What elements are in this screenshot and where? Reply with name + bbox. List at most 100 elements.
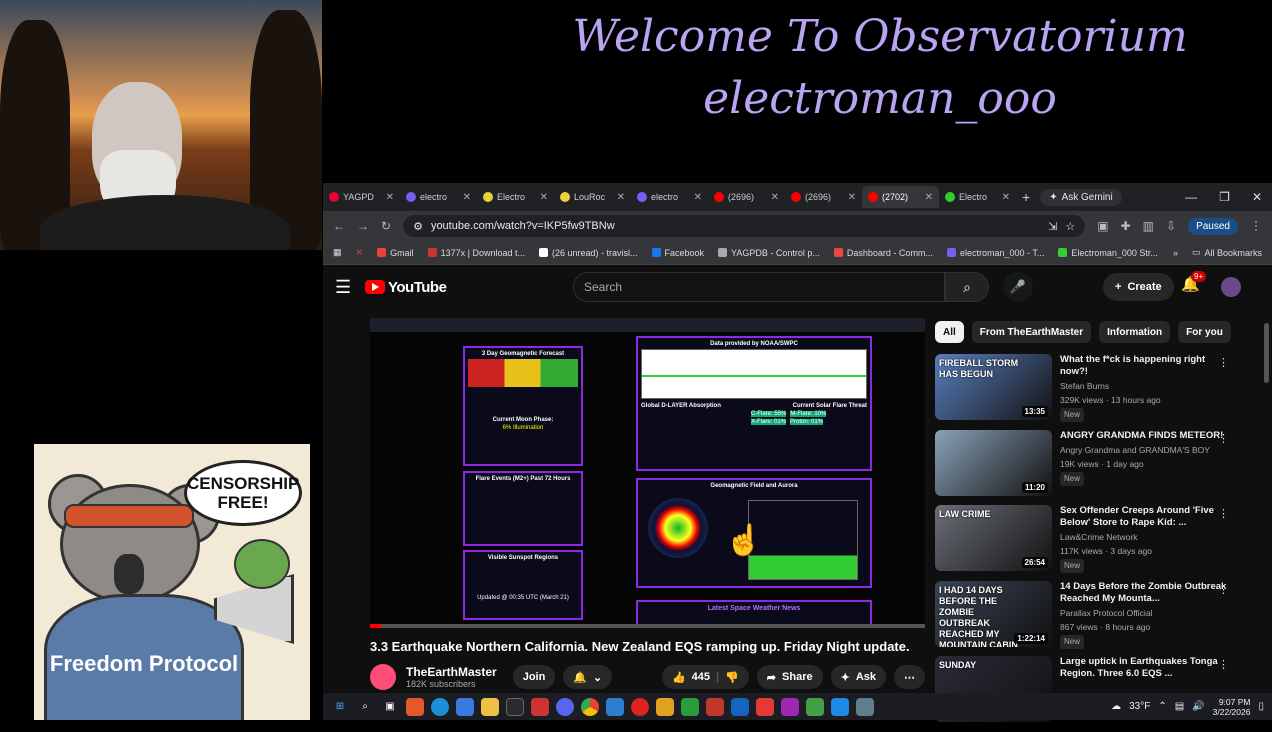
sidepanel-icon[interactable]: ▥ xyxy=(1143,219,1154,233)
app-icon[interactable] xyxy=(831,697,849,716)
app-icon[interactable] xyxy=(806,697,824,716)
browser-tab[interactable]: (2696) ✕ xyxy=(708,186,785,208)
bookmark-x-icon[interactable]: ✕ xyxy=(356,247,364,258)
bookmark-item[interactable]: 1377x | Download t... xyxy=(427,248,525,258)
discord-icon[interactable] xyxy=(556,697,574,716)
star-icon[interactable]: ☆ xyxy=(1065,220,1075,233)
edge-icon[interactable] xyxy=(431,697,449,716)
join-button[interactable]: Join xyxy=(512,665,556,689)
browser-tab-active[interactable]: (2702) ✕ xyxy=(862,186,939,208)
recommendation-channel[interactable]: Law&Crime Network xyxy=(1060,531,1235,543)
share-button[interactable]: ➦ Share xyxy=(756,665,823,689)
scrollbar[interactable] xyxy=(1264,323,1269,383)
recommendation-title[interactable]: ANGRY GRANDMA FINDS METEOR! xyxy=(1060,430,1235,442)
close-tab-icon[interactable]: ✕ xyxy=(694,192,702,203)
video-progress-bar[interactable] xyxy=(370,624,925,628)
subscribe-bell-button[interactable]: 🔔 ⌄ xyxy=(563,665,613,689)
close-tab-icon[interactable]: ✕ xyxy=(540,192,548,203)
download-icon[interactable]: ⇩ xyxy=(1166,219,1176,233)
search-input[interactable]: Search xyxy=(573,272,945,302)
chrome-icon[interactable] xyxy=(581,697,599,716)
app-icon[interactable] xyxy=(656,697,674,716)
kebab-menu-icon[interactable]: ⋮ xyxy=(1250,219,1262,233)
video-thumbnail[interactable]: LAW CRIME 26:54 xyxy=(935,505,1052,571)
create-button[interactable]: + Create xyxy=(1103,273,1174,301)
close-tab-icon[interactable]: ✕ xyxy=(771,192,779,203)
channel-avatar[interactable] xyxy=(370,664,396,690)
app-icon[interactable] xyxy=(456,697,474,716)
back-icon[interactable]: ← xyxy=(333,219,345,233)
network-icon[interactable]: ▤ xyxy=(1175,701,1184,712)
more-vertical-icon[interactable]: ⋮ xyxy=(1218,583,1229,596)
ask-button[interactable]: ✦ Ask xyxy=(830,665,886,689)
app-icon[interactable] xyxy=(781,697,799,716)
app-icon[interactable] xyxy=(756,697,774,716)
chip-from-channel[interactable]: From TheEarthMaster xyxy=(971,321,1092,343)
ask-gemini-button[interactable]: ✦ Ask Gemini xyxy=(1040,188,1122,206)
recommendation-title[interactable]: Large uptick in Earthquakes Tonga Region… xyxy=(1060,656,1235,680)
app-icon[interactable] xyxy=(606,697,624,716)
more-vertical-icon[interactable]: ⋮ xyxy=(1218,658,1229,671)
windows-start-icon[interactable]: ⊞ xyxy=(331,698,349,716)
youtube-logo[interactable]: YouTube xyxy=(365,279,447,296)
close-window-icon[interactable]: ✕ xyxy=(1252,190,1262,204)
recommendation-title[interactable]: What the f*ck is happening right now?! xyxy=(1060,354,1235,378)
channel-name[interactable]: TheEarthMaster xyxy=(406,665,497,679)
more-actions-button[interactable]: ⋯ xyxy=(894,665,925,689)
extension-icon[interactable]: ▣ xyxy=(1097,219,1108,233)
task-view-icon[interactable]: ▣ xyxy=(381,698,399,716)
browser-tab[interactable]: electro ✕ xyxy=(631,186,708,208)
close-tab-icon[interactable]: ✕ xyxy=(848,192,856,203)
close-tab-icon[interactable]: ✕ xyxy=(463,192,471,203)
browser-tab[interactable]: YAGPD ✕ xyxy=(323,186,400,208)
search-icon[interactable]: ⌕ xyxy=(945,272,989,302)
close-tab-icon[interactable]: ✕ xyxy=(386,192,394,203)
recommendation-title[interactable]: Sex Offender Creeps Around 'Five Below' … xyxy=(1060,505,1235,529)
browser-tab[interactable]: electro ✕ xyxy=(400,186,477,208)
close-tab-icon[interactable]: ✕ xyxy=(1002,192,1010,203)
account-avatar[interactable] xyxy=(1221,277,1241,297)
profile-paused-button[interactable]: Paused xyxy=(1188,217,1238,235)
close-tab-icon[interactable]: ✕ xyxy=(617,192,625,203)
browser-tab[interactable]: Electro ✕ xyxy=(477,186,554,208)
recommendation-channel[interactable]: Parallax Protocol Official xyxy=(1060,607,1235,619)
recommendation-item[interactable]: 11:20 ANGRY GRANDMA FINDS METEOR! Angry Gr… xyxy=(935,429,1235,506)
recommendation-item[interactable]: FIREBALL STORM HAS BEGUN 13:35 What the f*… xyxy=(935,354,1235,430)
video-thumbnail[interactable]: I HAD 14 DAYS BEFORE THE ZOMBIE OUTBREAK… xyxy=(935,580,1052,647)
volume-icon[interactable]: 🔊 xyxy=(1192,701,1204,712)
video-thumbnail[interactable]: FIREBALL STORM HAS BEGUN 13:35 xyxy=(935,354,1052,420)
browser-tab[interactable]: (2696) ✕ xyxy=(785,186,862,208)
recommendation-item[interactable]: LAW CRIME 26:54 Sex Offender Creeps Around… xyxy=(935,505,1235,581)
app-icon[interactable] xyxy=(506,697,524,716)
app-icon[interactable] xyxy=(856,697,874,716)
bookmark-item[interactable]: YAGPDB - Control p... xyxy=(718,248,820,258)
like-button[interactable]: 👍 445 | 👎 xyxy=(661,665,749,689)
bookmark-item[interactable]: Facebook xyxy=(651,248,704,258)
more-vertical-icon[interactable]: ⋮ xyxy=(1218,432,1229,445)
all-bookmarks-button[interactable]: ▭ All Bookmarks xyxy=(1192,247,1262,258)
apps-grid-icon[interactable]: ▦ xyxy=(333,247,342,258)
minimize-icon[interactable]: — xyxy=(1185,190,1197,204)
weather-icon[interactable]: ☁ xyxy=(1111,701,1121,712)
puzzle-icon[interactable]: ✚ xyxy=(1121,219,1131,233)
obs-icon[interactable] xyxy=(631,697,649,716)
chevron-right-icon[interactable]: » xyxy=(1173,248,1178,258)
maximize-icon[interactable]: ❐ xyxy=(1219,190,1230,204)
more-vertical-icon[interactable]: ⋮ xyxy=(1218,356,1229,369)
file-explorer-icon[interactable] xyxy=(481,697,499,716)
video-thumbnail[interactable]: 11:20 xyxy=(935,429,1052,496)
browser-tab[interactable]: Electro ✕ xyxy=(939,186,1016,208)
app-icon[interactable] xyxy=(406,697,424,716)
app-icon[interactable] xyxy=(706,697,724,716)
install-icon[interactable]: ⇲ xyxy=(1048,220,1057,233)
clock[interactable]: 9:07 PM 3/22/2026 xyxy=(1213,697,1251,717)
recommendation-channel[interactable]: Angry Grandma and GRANDMA'S BOY xyxy=(1060,444,1235,456)
recommendation-title[interactable]: 14 Days Before the Zombie Outbreak Reach… xyxy=(1060,581,1235,605)
notification-center-icon[interactable]: ▯ xyxy=(1258,701,1264,712)
search-icon[interactable]: ⌕ xyxy=(356,698,374,716)
new-tab-button[interactable]: + xyxy=(1022,189,1030,205)
recommendation-item[interactable]: I HAD 14 DAYS BEFORE THE ZOMBIE OUTBREAK… xyxy=(935,580,1235,657)
bookmark-item[interactable]: electroman_000 - T... xyxy=(946,248,1044,258)
app-icon[interactable] xyxy=(681,697,699,716)
address-bar[interactable]: ⚙ youtube.com/watch?v=IKP5fw9TBNw ⇲ ☆ xyxy=(403,215,1086,237)
